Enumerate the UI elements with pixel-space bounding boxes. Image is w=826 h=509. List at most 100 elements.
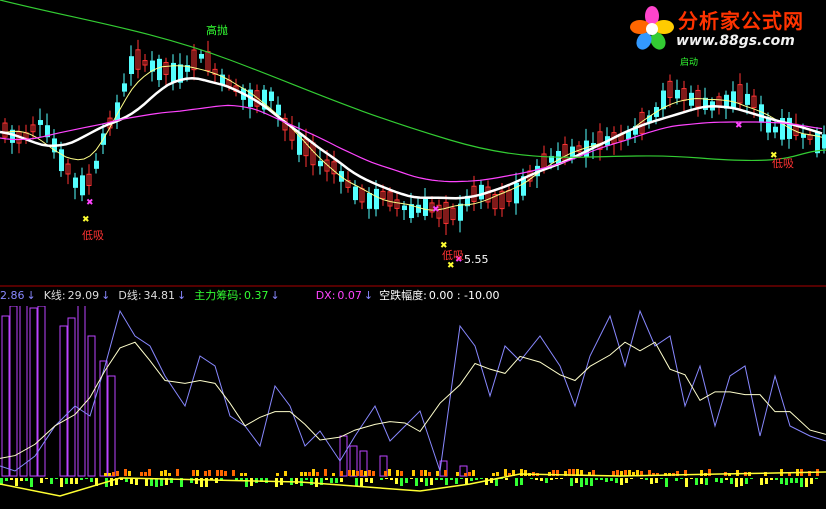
histogram-bar: [468, 472, 471, 476]
candle: [129, 56, 134, 75]
histogram-bar: [445, 478, 448, 485]
histogram-bar: [360, 478, 363, 486]
down-arrow-icon: ↓: [26, 289, 36, 302]
candle: [374, 188, 379, 210]
histogram-bar: [340, 478, 343, 482]
histogram-bar: [360, 470, 363, 476]
histogram-bar: [356, 471, 359, 476]
candle: [73, 177, 78, 188]
histogram-bar: [196, 470, 199, 476]
cross-marker-icon: ✖: [82, 215, 90, 225]
histogram-bar: [810, 478, 813, 484]
histogram-bar: [472, 470, 475, 476]
histogram-bar: [444, 470, 447, 476]
cross-marker-icon: ✖: [735, 121, 743, 131]
histogram-bar: [220, 470, 223, 476]
histogram-bar: [108, 473, 111, 476]
histogram-bar: [560, 478, 563, 479]
histogram-bar: [40, 478, 43, 483]
histogram-bar: [580, 478, 583, 487]
histogram-bar: [464, 473, 467, 476]
histogram-bar: [675, 478, 678, 481]
histogram-bar: [595, 478, 598, 480]
divider-line: [0, 285, 826, 287]
low-buy-label-3: 低吸: [772, 157, 794, 170]
histogram-bar: [460, 478, 463, 479]
histogram-bar: [224, 471, 227, 476]
candle: [822, 134, 826, 149]
histogram-bar: [555, 478, 558, 479]
histogram-bar: [625, 478, 628, 483]
candle: [80, 175, 85, 196]
drop-range-label: 空跌幅度:: [379, 289, 427, 302]
histogram-bar: [616, 470, 619, 476]
histogram-bar: [305, 478, 308, 480]
histogram-bar: [90, 478, 93, 482]
histogram-bar: [496, 472, 499, 476]
histogram-bar: [410, 478, 413, 479]
site-logo: 分析家公式网 www.88gs.com: [628, 3, 824, 57]
histogram-bar: [720, 478, 723, 483]
histogram-bar: [524, 470, 527, 476]
histogram-bar: [110, 478, 113, 486]
histogram-bar: [700, 478, 703, 484]
candle: [731, 91, 736, 108]
histogram-bar: [420, 470, 423, 476]
histogram-bar: [425, 478, 428, 486]
histogram-bar: [370, 478, 373, 483]
histogram-bar: [335, 478, 338, 483]
histogram-bar: [312, 469, 315, 476]
candle: [115, 102, 120, 122]
histogram-bar: [340, 471, 343, 476]
histogram-bar: [300, 472, 303, 476]
histogram-bar: [116, 471, 119, 476]
histogram-bar: [195, 478, 198, 484]
logo-url: www.88gs.com: [676, 33, 795, 49]
ma-mid-line: [0, 77, 823, 200]
histogram-bar: [240, 473, 243, 476]
histogram-bar: [245, 478, 248, 487]
histogram-bar: [456, 472, 459, 476]
high-sell-label: 高抛: [206, 24, 228, 37]
down-arrow-icon: ↓: [270, 289, 280, 302]
histogram-bar: [424, 470, 427, 476]
histogram-bar: [208, 470, 211, 476]
logo-title: 分析家公式网: [678, 9, 804, 33]
histogram-bar: [384, 471, 387, 476]
histogram-bar: [284, 471, 287, 476]
histogram-bar: [10, 478, 13, 480]
histogram-bar: [20, 478, 23, 481]
flower-logo-icon: [630, 6, 674, 50]
histogram-bar: [364, 471, 367, 476]
k-line: [0, 309, 826, 472]
histogram-bar: [400, 478, 403, 486]
histogram-bar: [615, 478, 618, 483]
d-line: [0, 341, 826, 459]
histogram-bar: [355, 478, 358, 486]
histogram-bar: [412, 470, 415, 476]
histogram-bar: [650, 478, 653, 484]
kdj-indicator-chart[interactable]: [0, 306, 826, 509]
histogram-bar: [605, 478, 608, 482]
histogram-bar: [450, 478, 453, 480]
histogram-bar: [690, 478, 693, 479]
histogram-bar: [87, 335, 96, 477]
histogram-bar: [128, 471, 131, 476]
drop-range-values: 0.00 : -10.00: [428, 289, 500, 302]
histogram-bar: [730, 478, 733, 484]
histogram-bar: [232, 470, 235, 476]
down-arrow-icon: ↓: [101, 289, 111, 302]
candle: [416, 204, 421, 213]
histogram-bar: [30, 478, 33, 487]
dx-value: 0.07: [337, 289, 362, 302]
histogram-bar: [275, 478, 278, 487]
candle: [353, 186, 358, 201]
histogram-bar: [515, 478, 518, 486]
histogram-bar: [1, 315, 10, 477]
histogram-bar: [660, 478, 663, 479]
histogram-bar: [645, 478, 648, 480]
cross-marker-icon: ✖: [86, 198, 94, 208]
main-chip-label: 主力筹码:: [194, 289, 242, 302]
histogram-bar: [680, 478, 683, 479]
histogram-bar: [815, 478, 818, 479]
